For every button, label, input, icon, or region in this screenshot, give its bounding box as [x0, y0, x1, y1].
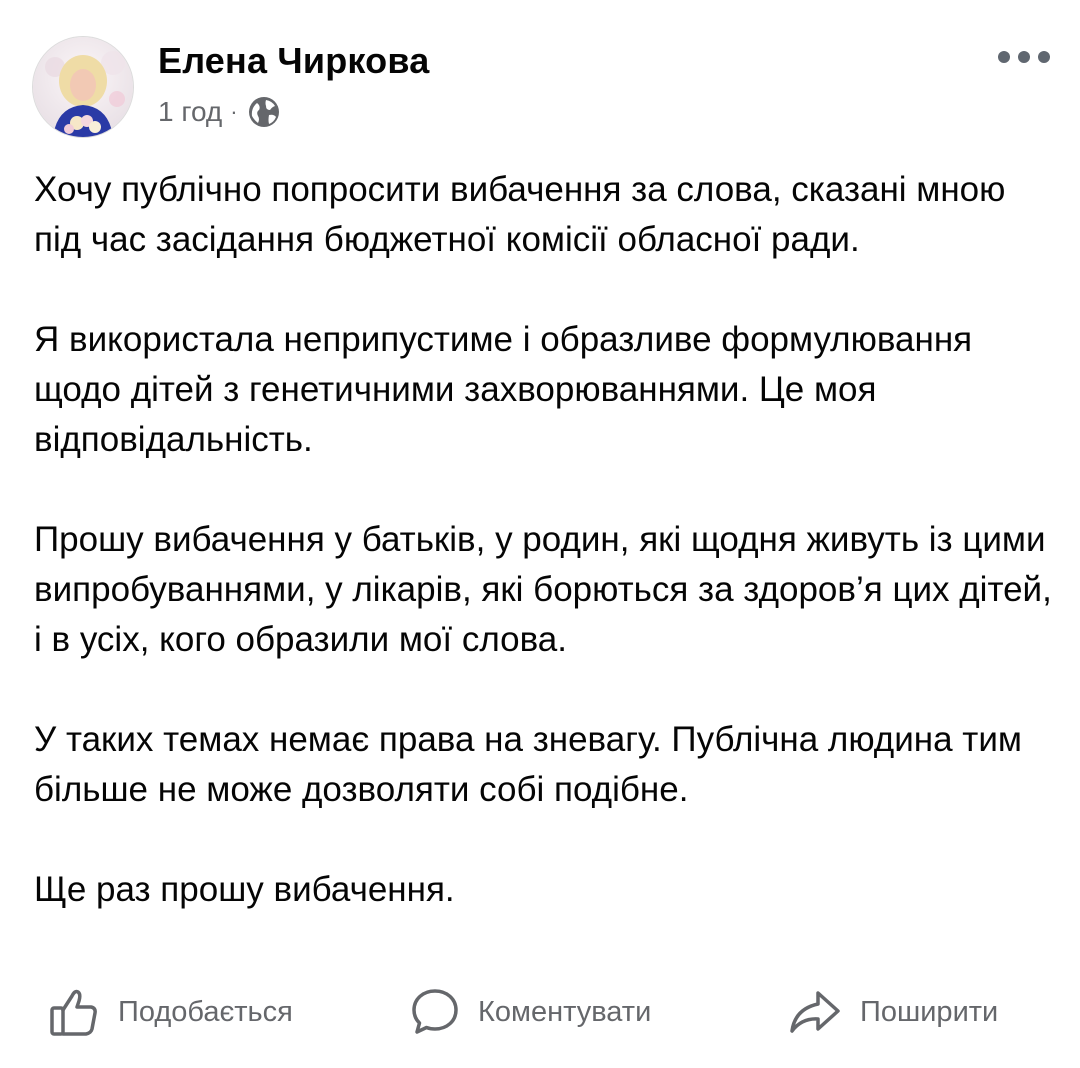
post-paragraph: Я використала неприпустиме і образливе ф… — [34, 320, 973, 459]
globe-icon[interactable] — [248, 96, 280, 128]
avatar[interactable] — [32, 36, 134, 138]
post-meta: 1 год · — [158, 94, 280, 130]
more-dot — [1038, 51, 1050, 63]
share-label: Поширити — [860, 995, 999, 1028]
more-options-icon[interactable] — [998, 46, 1050, 68]
author-name[interactable]: Елена Чиркова — [158, 40, 429, 82]
post-paragraph: Хочу публічно попросити вибачення за сло… — [34, 170, 1006, 259]
post-timestamp[interactable]: 1 год — [158, 96, 222, 128]
comment-button[interactable]: Коментувати — [410, 980, 651, 1044]
comment-bubble-icon — [412, 989, 458, 1034]
post-paragraph: У таких темах немає права на зневагу. Пу… — [34, 720, 1022, 809]
more-dot — [1018, 51, 1030, 63]
post-text: Хочу публічно попросити вибачення за сло… — [34, 165, 1054, 915]
share-arrow-icon — [790, 991, 840, 1033]
facebook-post: Елена Чиркова 1 год · Хочу публічно попр… — [0, 0, 1080, 1068]
post-paragraph: Ще раз прошу вибачення. — [34, 870, 455, 909]
post-paragraph: Прошу вибачення у батьків, у родин, які … — [34, 520, 1052, 659]
thumbs-up-icon — [50, 989, 97, 1036]
post-actions: Подобається Коментувати Поширити — [0, 980, 1080, 1044]
like-label: Подобається — [118, 995, 293, 1028]
share-button[interactable]: Поширити — [788, 980, 998, 1044]
meta-separator: · — [230, 99, 238, 124]
like-button[interactable]: Подобається — [48, 980, 293, 1044]
avatar-photo — [33, 37, 133, 137]
comment-label: Коментувати — [478, 995, 652, 1028]
more-dot — [998, 51, 1010, 63]
